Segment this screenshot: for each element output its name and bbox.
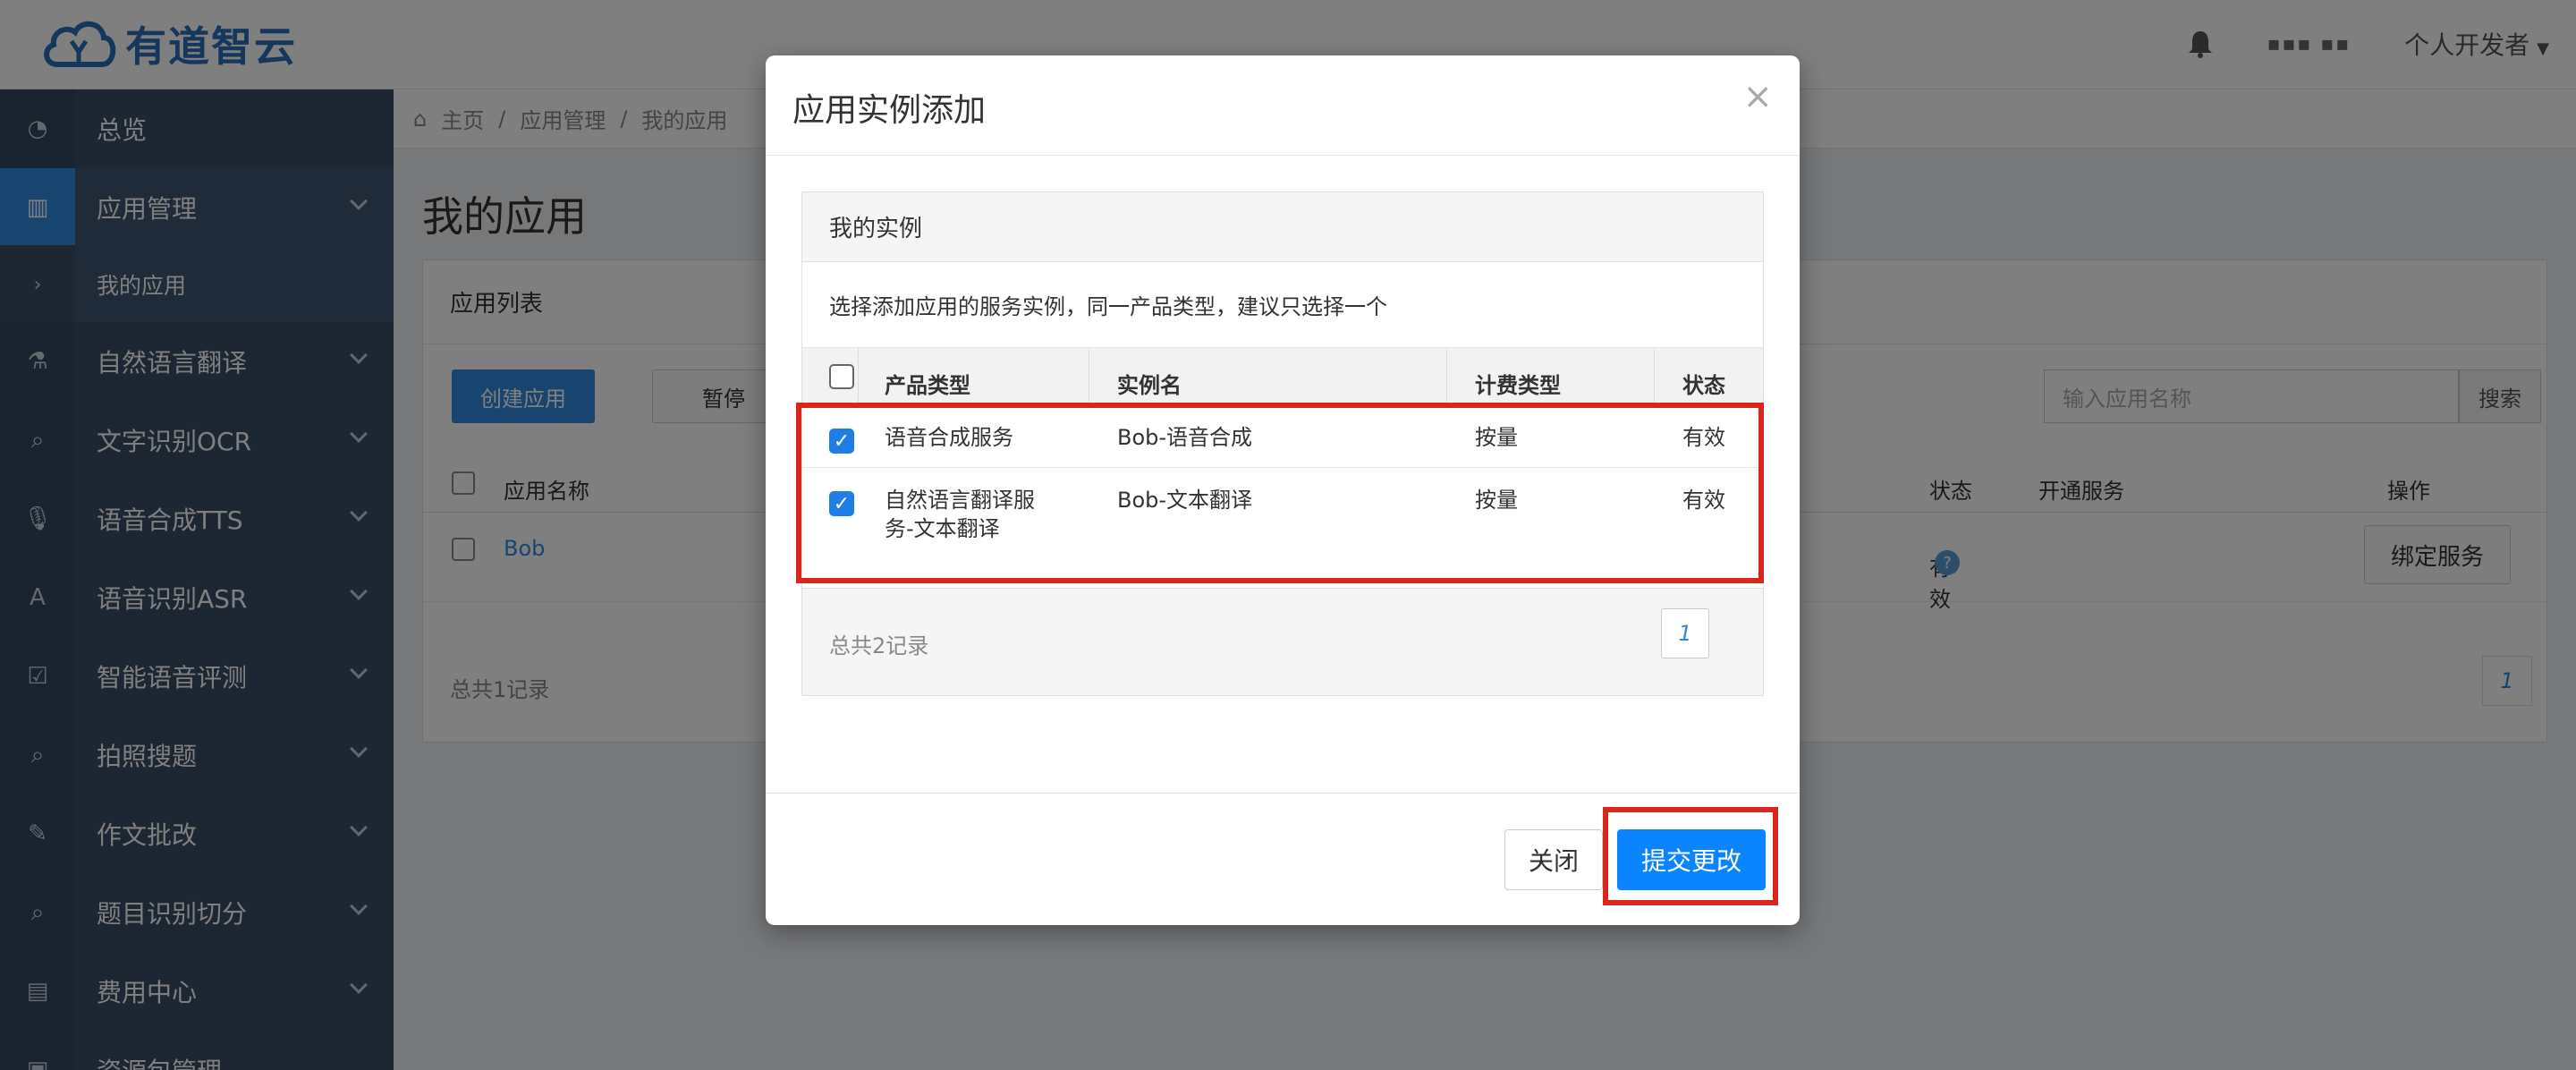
pagination-page[interactable]: 1 xyxy=(1661,608,1709,658)
instances-panel-title: 我的实例 xyxy=(802,192,1763,262)
modal-title: 应用实例添加 xyxy=(792,92,987,129)
close-icon[interactable]: × xyxy=(1742,79,1773,115)
close-button[interactable]: 关闭 xyxy=(1504,829,1603,890)
col-status: 状态 xyxy=(1682,373,1725,398)
column-divider xyxy=(1654,348,1655,405)
column-divider xyxy=(1446,348,1447,405)
annotation-highlight-rows xyxy=(796,403,1764,583)
select-all-checkbox[interactable] xyxy=(829,364,854,389)
col-billing-type: 计费类型 xyxy=(1475,373,1561,398)
modal-header: 应用实例添加 × xyxy=(766,55,1800,156)
annotation-highlight-submit xyxy=(1603,807,1778,905)
col-instance-name: 实例名 xyxy=(1117,373,1182,398)
instances-footer: 总共2记录 1 xyxy=(802,588,1763,695)
instances-description: 选择添加应用的服务实例，同一产品类型，建议只选择一个 xyxy=(802,262,1763,348)
instances-table-header: 产品类型 实例名 计费类型 状态 xyxy=(802,348,1763,405)
col-product-type: 产品类型 xyxy=(885,373,970,398)
column-divider xyxy=(858,348,859,405)
total-records: 总共2记录 xyxy=(829,633,929,658)
